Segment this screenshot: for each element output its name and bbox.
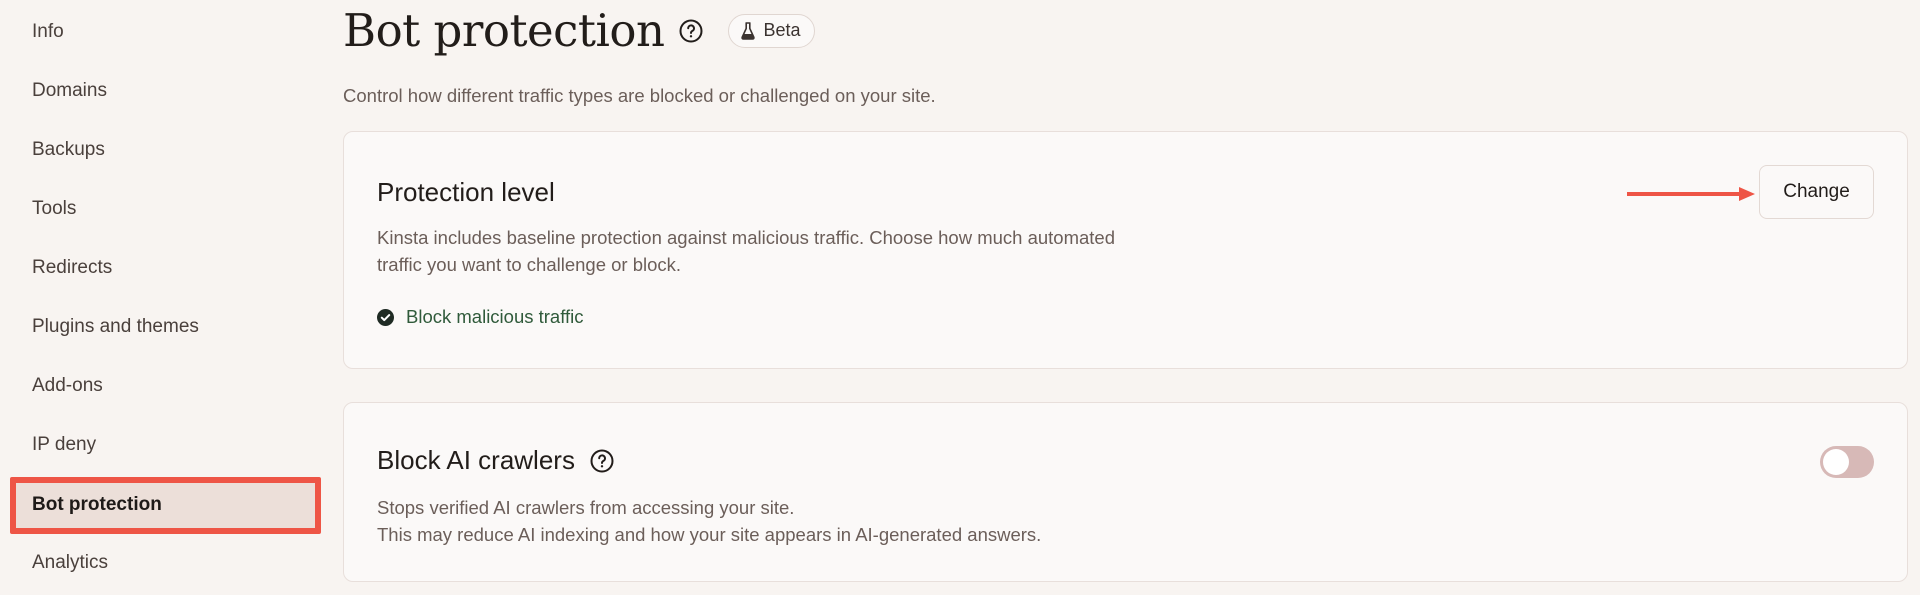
arrow-right-icon (1627, 187, 1755, 201)
help-circle-icon[interactable] (589, 448, 615, 474)
sidebar-item-add-ons[interactable]: Add-ons (12, 361, 318, 411)
toggle-knob (1823, 449, 1849, 475)
sidebar-item-redirects[interactable]: Redirects (12, 243, 318, 293)
beta-badge: Beta (728, 13, 816, 48)
block-ai-crawlers-toggle[interactable] (1820, 446, 1874, 478)
sidebar-item-domains[interactable]: Domains (12, 66, 318, 116)
protection-level-description: Kinsta includes baseline protection agai… (377, 224, 1115, 278)
protection-description-line-1: Kinsta includes baseline protection agai… (377, 227, 1116, 248)
page-title: Bot protection (343, 4, 665, 57)
sidebar-item-tools[interactable]: Tools (12, 184, 318, 234)
sidebar-item-analytics[interactable]: Analytics (12, 538, 318, 588)
protection-description-line-2: traffic you want to challenge or block. (377, 254, 682, 275)
beta-label: Beta (763, 20, 801, 40)
ai-description-line-1: Stops verified AI crawlers from accessin… (377, 497, 795, 518)
sidebar-item-bot-protection[interactable]: Bot protection (12, 480, 318, 530)
sidebar-item-plugins-and-themes[interactable]: Plugins and themes (12, 302, 318, 352)
block-ai-crawlers-card: Block AI crawlers Stops verified AI craw… (343, 402, 1908, 582)
protection-level-title: Protection level (377, 177, 555, 207)
block-ai-crawlers-header: Block AI crawlers (377, 445, 615, 476)
sidebar-item-ip-deny[interactable]: IP deny (12, 420, 318, 470)
page-subtitle: Control how different traffic types are … (343, 85, 936, 106)
protection-status-label: Block malicious traffic (406, 306, 584, 327)
page-header: Bot protection Beta (343, 4, 816, 57)
flask-icon (741, 21, 756, 40)
protection-level-card: Protection level Kinsta includes baselin… (343, 131, 1908, 369)
ai-description-line-2: This may reduce AI indexing and how your… (377, 524, 1042, 545)
sidebar-item-info[interactable]: Info (12, 7, 318, 57)
sidebar: Info Domains Backups Tools Redirects Plu… (0, 0, 330, 595)
help-circle-icon[interactable] (678, 18, 704, 44)
check-circle-icon (377, 308, 394, 326)
protection-status: Block malicious traffic (377, 306, 584, 328)
sidebar-item-backups[interactable]: Backups (12, 125, 318, 175)
change-button[interactable]: Change (1759, 165, 1874, 219)
block-ai-crawlers-description: Stops verified AI crawlers from accessin… (377, 494, 1041, 548)
block-ai-crawlers-title: Block AI crawlers (377, 445, 575, 475)
